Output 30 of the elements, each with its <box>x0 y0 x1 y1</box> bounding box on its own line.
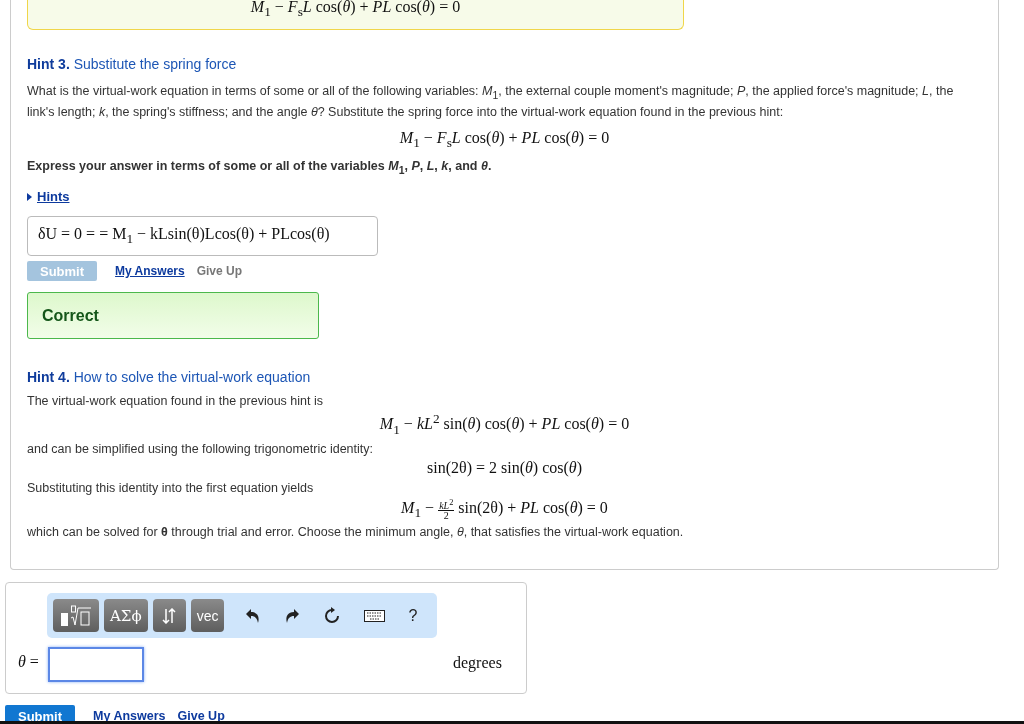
help-button[interactable]: ? <box>402 605 424 626</box>
templates-button[interactable] <box>53 599 99 632</box>
undo-icon[interactable] <box>245 607 262 624</box>
correct-feedback: Correct <box>27 292 319 340</box>
hint-text: The virtual-work equation found in the previous hint is <box>27 393 324 410</box>
vector-button[interactable]: vec <box>190 599 225 632</box>
symbols-button[interactable]: ΑΣϕ <box>104 599 148 632</box>
equation: M$_{1}$ − F$_{s}$L cos(θ) + PL cos(θ) = 0 <box>250 0 461 21</box>
hint-question: What is the virtual-work equation in terms of some or all of the following variables: M$_{1}$, the external couple moment's magnitude; P, the applied force's magnitude; L, the link's length; k, the spring's stiffness; and the angle θ? Substitute the spring force into the virtual-work equation found in the previous hint: <box>27 83 955 121</box>
hint-text: and can be simplified using the following trigonometric identity: <box>27 440 375 457</box>
variable-label: θ = <box>18 653 39 671</box>
hint-text: which can be solved for θ through trial and error. Choose the minimum angle, θ, that satisfies the virtual-work equation. <box>27 523 685 540</box>
redo-icon[interactable] <box>284 607 301 624</box>
expand-icon <box>27 192 32 201</box>
units-label: degrees <box>453 654 502 672</box>
my-answers-link[interactable]: My Answers <box>115 264 185 279</box>
up-down-arrows-icon <box>162 607 177 624</box>
equation: sin(2θ) = 2 sin(θ) cos(θ) <box>426 458 582 477</box>
hint-title: Hint 3. Substitute the spring force <box>27 56 238 72</box>
equation: M$_{1}$ − F$_{s}$L cos(θ) + PL cos(θ) = 0 <box>399 128 610 151</box>
answer-input[interactable] <box>48 647 144 682</box>
hint-title: Hint 4. How to solve the virtual-work equation <box>27 369 312 386</box>
instruction-text: Express your answer in terms of some or all of the variables M$_{1}$, P, L, k, and θ. <box>27 158 493 176</box>
arrows-button[interactable] <box>152 599 186 632</box>
hints-link[interactable]: Hints <box>37 189 70 205</box>
hint-text: Substituting this identity into the first equation yields <box>27 479 315 496</box>
reset-icon[interactable] <box>323 606 342 625</box>
keyboard-icon[interactable] <box>364 609 386 622</box>
equation: M$_{1}$ − kL$^{2}$ sin(θ) cos(θ) + PL cos(θ) = 0 <box>379 411 630 438</box>
answer-box: δU = 0 = = M$_{1}$ − kLsin(θ)Lcos(θ) + PLcos(θ) <box>27 216 378 257</box>
